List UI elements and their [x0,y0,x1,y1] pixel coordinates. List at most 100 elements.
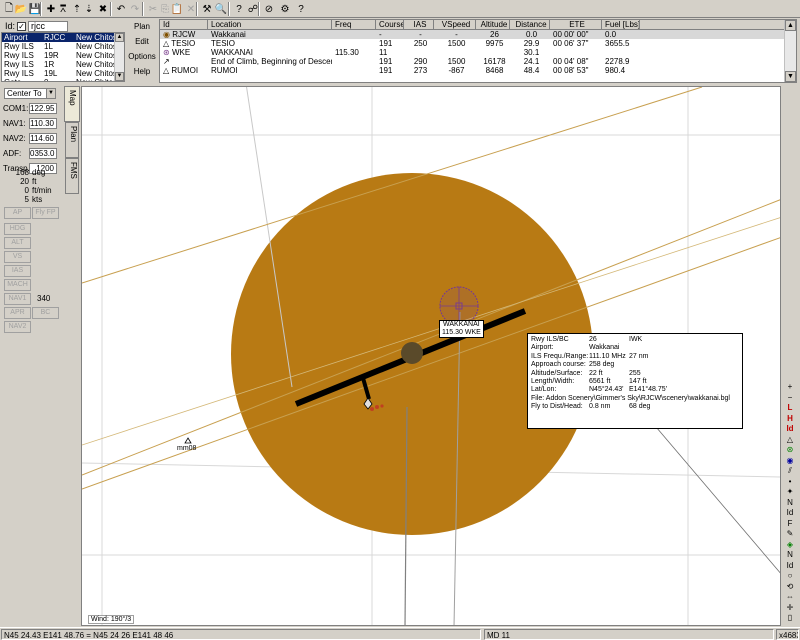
menu-edit[interactable]: Edit [126,34,158,49]
fix-filter-icon[interactable]: ✦ [783,487,797,497]
layer-id2-icon[interactable]: Id [783,508,797,518]
redo-icon[interactable]: ↷ [128,2,142,16]
find-icon[interactable]: 🔍 [214,2,228,16]
undo-icon[interactable]: ↶ [114,2,128,16]
marker-filter-icon[interactable]: • [783,477,797,487]
nav2-button[interactable]: NAV2 [4,321,31,333]
flight-plan-menu: Plan Edit Options Help [126,19,158,83]
airport-list-row[interactable]: Rwy ILS 19L New Chitose [2,69,124,78]
about-icon[interactable]: ? [294,2,308,16]
scroll-up-icon[interactable]: ▲ [785,20,796,31]
vor-label[interactable]: WAKKANAI 115.30 WKE [439,320,484,338]
col-course[interactable]: Course [376,20,404,29]
hdg-button[interactable]: HDG [4,223,31,235]
rotate-icon[interactable]: ⟲ [783,582,797,592]
ndb-filter-icon[interactable]: △ [783,435,797,445]
hammer-icon[interactable]: ⚒ [200,2,214,16]
center-mode-select[interactable]: Center To ▼ [4,88,56,99]
radio-frequency-field[interactable]: 110.30 [29,117,57,129]
zoom-in-icon[interactable]: + [783,382,797,392]
page-icon[interactable]: ▯ [783,613,797,623]
pan-icon[interactable]: ⇔ [783,592,797,602]
vs-button[interactable]: VS [4,251,31,263]
airport-list-scrollbar[interactable]: ▲ ▼ [114,33,124,81]
layer-id-icon[interactable]: Id [783,424,797,434]
runway-filter-icon[interactable]: ⫽ [783,466,797,476]
flight-plan-row[interactable]: ◉ RJCW Wakkanai - - -26 0.0 00 00' 00" 0.0 [160,30,796,39]
col-ete[interactable]: ETE [550,20,602,29]
airport-reference-point[interactable] [401,342,423,364]
flight-plan-row[interactable]: ↗ End of Climb, Beginning of Descent 191 2… [160,57,796,66]
airport-icon[interactable]: ⩞ [56,2,70,16]
col-location[interactable]: Location [208,20,332,29]
airport-list[interactable]: Airport RJCC New Chitose Rwy ILS 1L New Chito… [1,32,125,82]
zoom-out-icon[interactable]: − [783,393,797,403]
layer-id3-icon[interactable]: Id [783,561,797,571]
airport-id-checkbox[interactable]: ✓ [17,21,27,31]
apr-button[interactable]: APR [4,307,31,319]
tab-plan[interactable]: Plan [65,122,79,158]
chevron-down-icon[interactable]: ▼ [46,89,55,98]
menu-plan[interactable]: Plan [126,19,158,34]
center-icon[interactable]: ✛ [783,603,797,613]
gps-icon[interactable]: ◈ [783,540,797,550]
pencil-icon[interactable]: ✎ [783,529,797,539]
radio-frequency-field[interactable]: 122.95 [29,102,57,114]
map-view[interactable]: WAKKANAI 115.30 WKE mm08 Rwy ILS/BC 26 IWK… [81,86,781,626]
col-freq[interactable]: Freq [332,20,376,29]
mach-button[interactable]: MACH [4,279,31,291]
menu-options[interactable]: Options [126,49,158,64]
settings-icon[interactable]: ⚙ [278,2,292,16]
delete-icon[interactable]: ✖ [96,2,110,16]
layer-n2-icon[interactable]: N [783,550,797,560]
airport-list-row[interactable]: Rwy ILS 1L New Chitose [2,42,124,51]
vor-filter-icon[interactable]: ⊛ [783,445,797,455]
help-icon[interactable]: ? [232,2,246,16]
menu-help[interactable]: Help [126,64,158,79]
airport-list-row[interactable]: Gate0New Chitose [2,78,124,81]
info-row: Airport: Wakkanai [531,344,739,352]
ndb-marker-icon[interactable] [184,437,192,444]
airport-id-row: Id: ✓ rjcc [1,20,69,32]
col-id[interactable]: Id [160,20,208,29]
scroll-up-icon[interactable]: ▲ [115,33,124,42]
radio-frequency-field[interactable]: 114.60 [29,132,57,144]
flight-plan-row[interactable]: △ TESIO TESIO 191 250 1500 9975 29.9 00 06' 37"… [160,39,796,48]
col-vspeed[interactable]: VSpeed [434,20,476,29]
stat-unit: deg [32,168,46,177]
layer-n-icon[interactable]: N [783,498,797,508]
scroll-down-icon[interactable]: ▼ [785,71,796,82]
airport-filter-icon[interactable]: ◉ [783,456,797,466]
airport-list-row[interactable]: Rwy ILS 19R New Chitose [2,51,124,60]
nav1-button[interactable]: NAV1 [4,293,31,305]
layer-f-icon[interactable]: F [783,519,797,529]
airport-list-row[interactable]: Airport RJCC New Chitose [2,33,124,42]
flight-plan-row[interactable]: ⊛ WKE WAKKANAI 115.30 11 30.1 [160,48,796,57]
radio-frequency-field[interactable]: 0353.0 [29,147,57,159]
col-fuel[interactable]: Fuel [Lbs] [602,20,640,29]
ap-button[interactable]: AP [4,207,31,219]
fly-fp-button[interactable]: Fly FP [32,207,59,219]
open-folder-icon[interactable]: 📂 [14,2,28,16]
airport-list-row[interactable]: Rwy ILS 1R New Chitose [2,60,124,69]
circle-icon[interactable]: ○ [783,571,797,581]
layer-l-icon[interactable]: L [783,403,797,413]
alt-button[interactable]: ALT [4,237,31,249]
bc-button[interactable]: BC [32,307,59,319]
col-distance[interactable]: Distance [510,20,550,29]
airport-id-input[interactable]: rjcc [28,20,69,32]
no-signal-icon[interactable]: ⊘ [262,2,276,16]
tab-fms[interactable]: FMS [65,158,79,194]
scroll-down-icon[interactable]: ▼ [115,72,124,81]
col-altitude[interactable]: Altitude [476,20,510,29]
layer-h-icon[interactable]: H [783,414,797,424]
flight-plan-row[interactable]: △ RUMOI RUMOI 191 273 -867 8468 48.4 00 08' 53"… [160,66,796,75]
col-ias[interactable]: IAS [404,20,434,29]
move-down-icon[interactable]: ⇣ [82,2,96,16]
status-zoom: x4683 [776,629,799,640]
climb-icon: ↗ [163,57,170,66]
paste-icon[interactable]: 📋 [170,2,184,16]
flight-plan-scrollbar[interactable]: ▲ ▼ [784,20,796,82]
ias-button[interactable]: IAS [4,265,31,277]
tab-map[interactable]: Map [64,86,80,122]
